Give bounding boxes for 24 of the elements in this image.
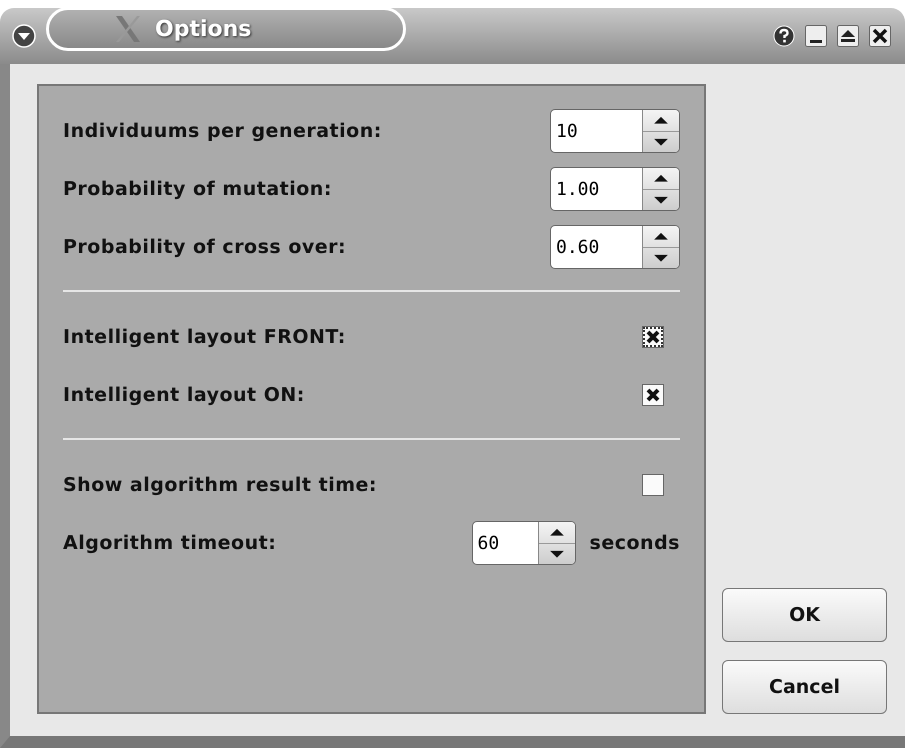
option-label: Intelligent layout FRONT:: [63, 326, 346, 348]
minimize-icon[interactable]: [805, 25, 827, 47]
option-label: Probability of cross over:: [63, 236, 346, 258]
checkbox[interactable]: [642, 384, 664, 406]
option-label: Intelligent layout ON:: [63, 384, 305, 406]
option-label: Show algorithm result time:: [63, 474, 378, 496]
option-label: Algorithm timeout:: [63, 532, 276, 554]
cross-mark-icon: [646, 388, 660, 402]
checkbox[interactable]: [642, 474, 664, 496]
help-icon[interactable]: [773, 25, 795, 47]
option-label: Probability of mutation:: [63, 178, 332, 200]
dialog-button[interactable]: Cancel: [722, 660, 887, 714]
close-icon[interactable]: [869, 25, 891, 47]
menu-icon[interactable]: [12, 24, 36, 48]
x-logo-icon: [113, 14, 143, 44]
option-label: Individuums per generation:: [63, 120, 382, 142]
spin-box[interactable]: 1.00: [550, 167, 680, 211]
shade-icon[interactable]: [837, 25, 859, 47]
spin-box[interactable]: 60: [472, 521, 576, 565]
spin-box[interactable]: 10: [550, 109, 680, 153]
spin-box[interactable]: 0.60: [550, 225, 680, 269]
window-title: Options: [155, 16, 252, 42]
unit-label: seconds: [590, 532, 680, 554]
dialog-button[interactable]: OK: [722, 588, 887, 642]
